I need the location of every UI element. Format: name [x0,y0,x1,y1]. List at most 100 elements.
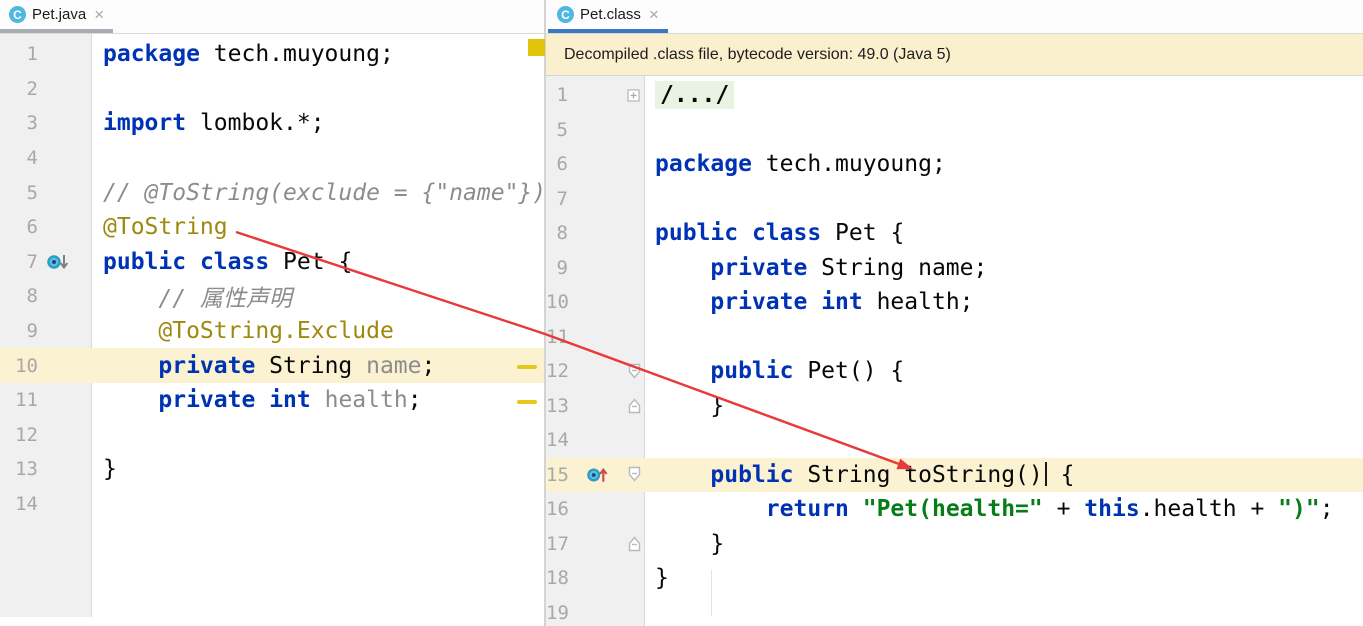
fold-end-icon[interactable] [611,396,645,415]
tab-pet-class[interactable]: C Pet.class × [548,0,668,33]
code-text[interactable]: public Pet() { [645,358,904,384]
line-number: 7 [546,188,572,210]
line-number: 9 [546,257,572,279]
code-line[interactable]: 7public class Pet { [0,245,544,280]
code-text[interactable]: package tech.muyoung; [645,151,946,177]
line-number: 18 [546,567,572,589]
line-number: 4 [0,147,38,169]
code-line[interactable]: 13} [0,452,544,487]
code-text[interactable]: private int health; [645,289,974,315]
code-text[interactable]: private String name; [645,255,987,281]
code-line[interactable]: 8 public class Pet { [546,216,1363,251]
code-text[interactable]: // @ToString(exclude = {"name"}) [92,180,546,206]
editor-splitter[interactable] [544,0,546,626]
editor-pane-pet-java: C Pet.java × 1 package tech.muyoung; 2 3imp… [0,0,544,626]
line-number: 2 [0,78,38,100]
line-number: 12 [0,424,38,446]
left-code-editor[interactable]: 1 package tech.muyoung; 2 3import lombok.*;… [0,34,544,626]
line-number: 16 [546,498,572,520]
code-line[interactable]: 11 private int health; [0,383,544,418]
right-tab-bar: C Pet.class × [546,0,1363,34]
line-number: 6 [0,216,38,238]
line-number: 8 [546,222,572,244]
close-tab-icon[interactable]: × [94,6,104,23]
code-line[interactable]: 1 /.../ [546,78,1363,113]
overridden-method-icon[interactable] [38,252,92,272]
line-number: 10 [546,291,572,313]
code-line[interactable]: 17 } [546,527,1363,562]
line-number: 1 [0,43,38,65]
code-line[interactable]: 6 package tech.muyoung; [546,147,1363,182]
code-line[interactable]: 10 private String name; [0,348,544,383]
left-tab-bar: C Pet.java × [0,0,544,34]
fold-start-icon[interactable] [611,362,645,381]
code-line[interactable]: 12 public Pet() { [546,354,1363,389]
line-number: 11 [546,326,572,348]
code-text[interactable]: public String toString() { [645,462,1074,488]
code-text[interactable]: } [645,531,724,557]
line-number: 1 [546,84,572,106]
code-line[interactable]: 7 [546,182,1363,217]
code-text[interactable]: private String name; [92,353,435,379]
line-number: 14 [546,429,572,451]
code-line[interactable]: 19 [546,596,1363,626]
line-number: 11 [0,389,38,411]
code-text[interactable]: @ToString [92,214,228,240]
code-line[interactable]: 1 package tech.muyoung; [0,37,544,72]
indent-guide [711,570,712,616]
code-text[interactable]: public class Pet { [645,220,904,246]
line-number: 5 [546,119,572,141]
overrides-method-icon[interactable] [572,465,611,485]
code-line[interactable]: 10 private int health; [546,285,1363,320]
close-tab-icon[interactable]: × [649,6,659,23]
code-line[interactable]: 18} [546,561,1363,596]
warning-stripe-mark[interactable] [517,400,537,404]
line-number: 13 [0,458,38,480]
editor-pane-pet-class: C Pet.class × Decompiled .class file, by… [546,0,1363,626]
code-text[interactable]: } [92,456,117,482]
code-line[interactable]: 9 @ToString.Exclude [0,314,544,349]
warning-stripe-mark[interactable] [517,365,537,369]
ide-split-editor: C Pet.java × 1 package tech.muyoung; 2 3imp… [0,0,1363,626]
line-number: 13 [546,395,572,417]
code-line[interactable]: 4 [0,141,544,176]
right-code-editor[interactable]: 1 /.../ 5 6 package tech.muyoung; 7 8 public cl… [546,76,1363,626]
decompiled-file-banner: Decompiled .class file, bytecode version… [546,34,1363,76]
code-text[interactable]: } [645,565,669,591]
code-line[interactable]: 16 return "Pet(health=" + this.health + … [546,492,1363,527]
fold-plus-icon[interactable] [611,89,645,102]
code-text[interactable]: /.../ [645,82,734,108]
line-number: 5 [0,182,38,204]
code-text[interactable]: return "Pet(health=" + this.health + ")"… [645,496,1334,522]
code-text[interactable]: } [645,393,724,419]
line-number: 12 [546,360,572,382]
inspection-status-widget[interactable] [528,39,545,56]
code-text[interactable]: private int health; [92,387,422,413]
code-text[interactable]: import lombok.*; [92,110,325,136]
code-line[interactable]: 2 [0,72,544,107]
tab-pet-java[interactable]: C Pet.java × [0,0,113,33]
line-number: 17 [546,533,572,555]
line-number: 6 [546,153,572,175]
code-line[interactable]: 14 [0,487,544,522]
code-line[interactable]: 13 } [546,389,1363,424]
code-line[interactable]: 14 [546,423,1363,458]
line-number: 15 [546,464,572,486]
code-line[interactable]: 9 private String name; [546,251,1363,286]
code-line[interactable]: 15 public String toString() { [546,458,1363,493]
line-number: 9 [0,320,38,342]
code-line[interactable]: 8 // 属性声明 [0,279,544,314]
code-line[interactable]: 3import lombok.*; [0,106,544,141]
code-line[interactable]: 12 [0,418,544,453]
fold-end-icon[interactable] [611,534,645,553]
code-line[interactable]: 5 // @ToString(exclude = {"name"}) [0,175,544,210]
java-class-icon: C [557,6,574,23]
code-text[interactable]: @ToString.Exclude [92,318,394,344]
code-text[interactable]: // 属性声明 [92,279,292,313]
fold-start-icon[interactable] [611,465,645,484]
code-line[interactable]: 5 [546,113,1363,148]
code-line[interactable]: 6 @ToString [0,210,544,245]
code-line[interactable]: 11 [546,320,1363,355]
code-text[interactable]: package tech.muyoung; [92,41,394,67]
code-text[interactable]: public class Pet { [92,249,352,275]
